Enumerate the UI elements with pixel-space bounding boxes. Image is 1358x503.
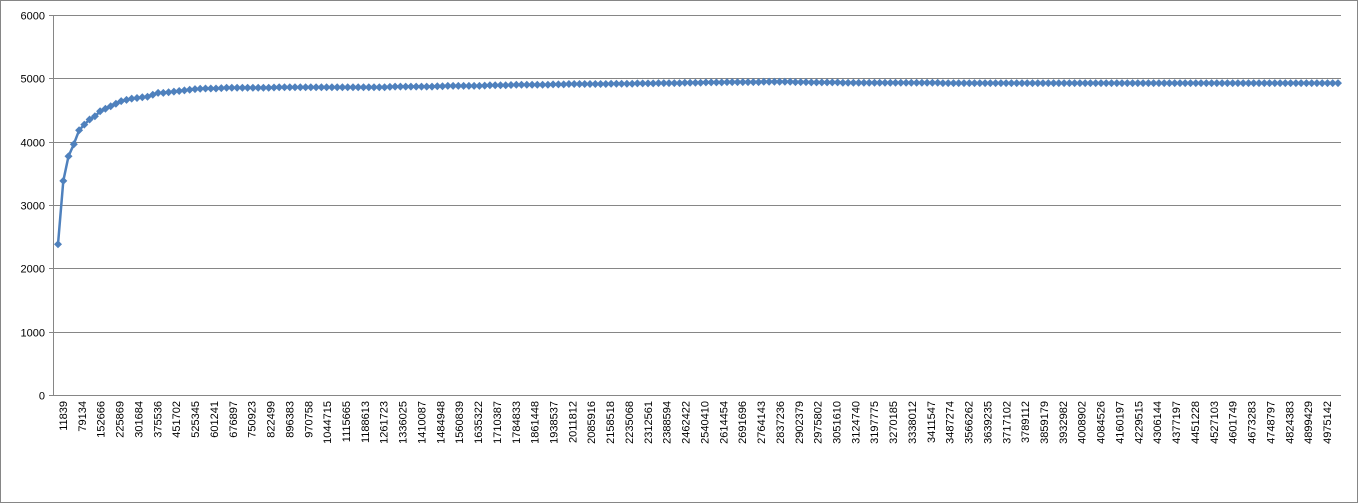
data-point-marker	[59, 176, 68, 185]
x-tick-label: 1938537	[549, 401, 561, 444]
x-tick-label: 4601749	[1228, 401, 1240, 444]
x-tick-label: 3197775	[869, 401, 881, 444]
x-tick-label: 3932982	[1058, 401, 1070, 444]
x-tick-label: 225869	[115, 401, 127, 438]
x-tick-label: 79134	[77, 401, 89, 432]
x-tick-label: 676897	[228, 401, 240, 438]
x-tick-label: 4451228	[1190, 401, 1202, 444]
x-tick-label: 3051610	[832, 401, 844, 444]
y-tick-labels: 0 1000 2000 3000 4000 5000 6000	[21, 11, 45, 403]
x-tick-label: 4748797	[1265, 401, 1277, 444]
x-tick-label: 4229515	[1133, 401, 1145, 444]
x-tick-label: 2837236	[775, 401, 787, 444]
x-tick-label: 3270185	[888, 401, 900, 444]
x-tick-label: 896383	[284, 401, 296, 438]
x-tick-label: 3411547	[926, 401, 938, 443]
x-tick-label: 1560839	[454, 401, 466, 444]
x-tick-label: 2764143	[756, 401, 768, 444]
x-tick-label: 2691696	[737, 401, 749, 444]
x-tick-label: 4008902	[1077, 401, 1089, 444]
x-tick-label: 2614454	[718, 401, 730, 444]
x-tick-label: 2975802	[813, 401, 825, 444]
x-tick-label: 1710387	[492, 401, 504, 444]
x-tick-label: 2312561	[643, 401, 655, 444]
x-tick-label: 1484948	[435, 401, 447, 444]
x-tick-label: 2462422	[681, 401, 693, 444]
x-tick-label: 1410087	[416, 401, 428, 444]
x-tick-label: 2388594	[662, 401, 674, 444]
x-tick-label: 1188613	[360, 401, 372, 443]
x-tick-label: 3566262	[964, 401, 976, 444]
data-point-marker	[54, 240, 62, 249]
x-tick-label: 2902379	[794, 401, 806, 444]
data-point-marker	[64, 152, 73, 161]
x-tick-label: 3487274	[945, 401, 957, 444]
x-tick-label: 3338012	[907, 401, 919, 444]
x-tick-label: 4527103	[1209, 401, 1221, 444]
x-tick-label: 3717102	[1001, 401, 1013, 444]
x-tick-label: 4377197	[1171, 401, 1183, 444]
x-tick-label: 970758	[303, 401, 315, 438]
gridlines	[53, 15, 1341, 333]
x-tick-label: 1784833	[511, 401, 523, 444]
x-tick-label: 4824383	[1284, 401, 1296, 444]
y-tick-label: 6000	[21, 11, 45, 23]
x-tick-label: 375536	[152, 401, 164, 438]
x-tick-label: 4975142	[1322, 401, 1334, 444]
y-tick-label: 4000	[21, 138, 45, 150]
x-tick-label: 2540410	[699, 401, 711, 444]
y-tick-label: 1000	[21, 328, 45, 340]
x-tick-label: 4084526	[1096, 401, 1108, 444]
y-tick-label: 5000	[21, 74, 45, 86]
data-point-marker	[69, 140, 78, 149]
x-tick-label: 3639235	[982, 401, 994, 444]
x-tick-label: 4899429	[1303, 401, 1315, 444]
x-tick-label: 3789112	[1020, 401, 1032, 443]
x-tick-label: 822499	[266, 401, 278, 438]
x-tick-label: 1044715	[322, 401, 334, 444]
x-tick-label: 1861448	[530, 401, 542, 444]
x-tick-label: 152666	[96, 401, 108, 438]
x-tick-label: 451702	[171, 401, 183, 438]
x-tick-label: 1261723	[379, 401, 391, 444]
x-tick-label: 4160197	[1115, 401, 1127, 444]
x-tick-label: 525345	[190, 401, 202, 438]
x-tick-label: 1635322	[473, 401, 485, 444]
x-tick-label: 2235068	[624, 401, 636, 444]
x-tick-label: 2085916	[586, 401, 598, 444]
x-tick-label: 601241	[209, 401, 221, 438]
x-tick-label: 1115665	[341, 401, 353, 442]
x-tick-label: 2011812	[567, 401, 579, 443]
x-tick-label: 750923	[247, 401, 259, 438]
line-chart: 0 1000 2000 3000 4000 5000 6000 11839 79134 1526…	[21, 11, 1342, 444]
x-tick-labels: 11839 79134 152666 225869 301684 375536 451702…	[58, 401, 1334, 444]
data-point-marker	[1334, 79, 1342, 88]
y-tick-label: 0	[39, 391, 45, 403]
x-tick-label: 2158518	[605, 401, 617, 444]
x-tick-label: 4673283	[1247, 401, 1259, 444]
x-tick-label: 3859179	[1039, 401, 1051, 444]
series-line	[54, 77, 1342, 249]
x-tick-label: 3124740	[850, 401, 862, 444]
x-tick-label: 4306144	[1152, 401, 1164, 444]
x-tick-label: 1336025	[398, 401, 410, 444]
x-tick-label: 301684	[134, 401, 146, 438]
y-tick-label: 3000	[21, 201, 45, 213]
series-path	[56, 80, 1338, 245]
x-tick-label: 11839	[58, 401, 70, 431]
y-tick-label: 2000	[21, 264, 45, 276]
